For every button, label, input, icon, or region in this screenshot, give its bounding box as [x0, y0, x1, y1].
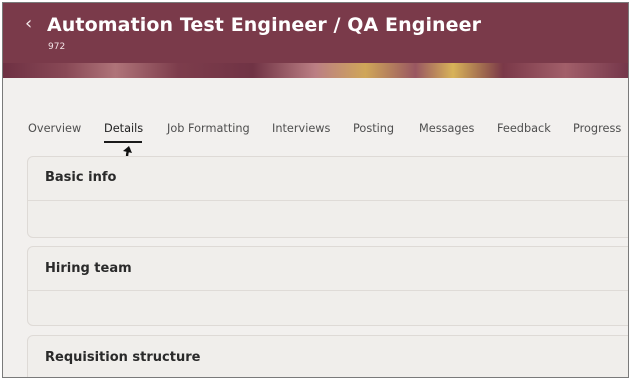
section-divider: [28, 200, 628, 201]
tab-job-formatting[interactable]: Job Formatting: [167, 122, 250, 135]
tab-posting[interactable]: Posting: [353, 122, 394, 135]
page-header: ‹ Automation Test Engineer / QA Engineer…: [3, 3, 628, 78]
tab-details[interactable]: Details: [104, 122, 143, 135]
active-tab-indicator: [104, 141, 142, 143]
tab-interviews[interactable]: Interviews: [272, 122, 330, 135]
tab-messages[interactable]: Messages: [419, 122, 474, 135]
section-title-hiring-team: Hiring team: [45, 261, 132, 276]
tab-overview[interactable]: Overview: [28, 122, 81, 135]
page-title: Automation Test Engineer / QA Engineer: [47, 14, 482, 36]
section-basic-info: Basic info: [27, 156, 628, 238]
header-decorative-banner: [3, 63, 628, 78]
section-requisition-structure: Requisition structure: [27, 335, 628, 377]
app-window: ‹ Automation Test Engineer / QA Engineer…: [2, 2, 629, 378]
tab-bar: Overview Details Job Formatting Intervie…: [3, 122, 628, 144]
section-divider: [28, 290, 628, 291]
chevron-left-icon[interactable]: ‹: [25, 15, 32, 33]
requisition-number: 972: [48, 42, 66, 52]
section-title-basic-info: Basic info: [45, 170, 117, 185]
section-hiring-team: Hiring team: [27, 246, 628, 326]
tab-progress[interactable]: Progress: [573, 122, 621, 135]
tab-feedback[interactable]: Feedback: [497, 122, 551, 135]
main-content: Overview Details Job Formatting Intervie…: [3, 78, 628, 377]
section-title-requisition-structure: Requisition structure: [45, 350, 201, 365]
